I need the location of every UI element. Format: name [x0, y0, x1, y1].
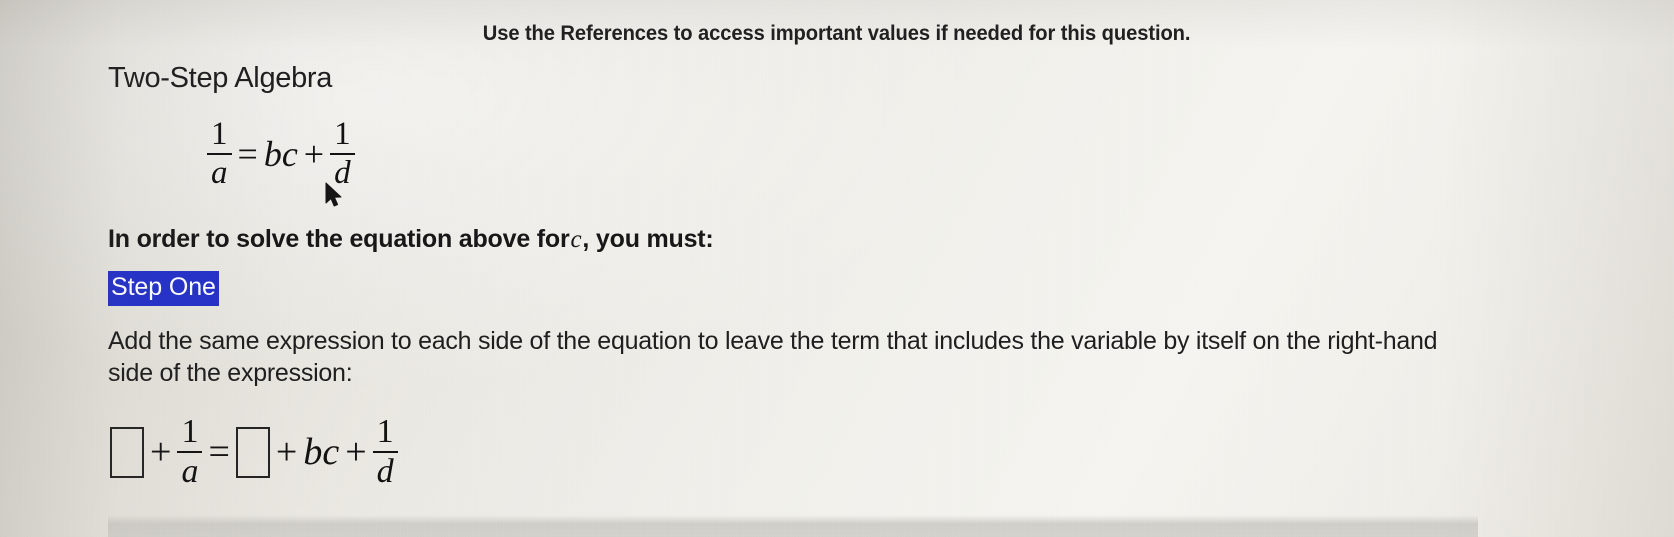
bottom-shadow-band	[108, 515, 1478, 537]
prompt-variable: c	[570, 226, 582, 253]
answer-equation-lhs-numerator: 1	[181, 413, 199, 450]
answer-input-box-right[interactable]	[235, 426, 270, 478]
prompt-text-after: , you must:	[582, 225, 714, 253]
step-one-label: Step One	[108, 271, 219, 306]
answer-equation-fraction-left: 1 a	[177, 413, 203, 490]
answer-input-box-left[interactable]	[110, 426, 144, 478]
prompt-text-before: In order to solve the equation above for	[108, 225, 570, 253]
page-title: Two-Step Algebra	[108, 62, 333, 94]
answer-equation-rhs-numerator: 1	[376, 413, 394, 450]
prompt-line: In order to solve the equation above for…	[108, 225, 714, 254]
references-banner: Use the References to access important v…	[0, 22, 1674, 46]
main-equation-rhs-numerator: 1	[334, 116, 351, 152]
main-equation-plus: +	[303, 134, 325, 174]
main-equation-lhs-numerator: 1	[211, 116, 228, 152]
references-banner-text: Use the References to access important v…	[483, 22, 1191, 45]
screenshot-canvas: Use the References to access important v…	[0, 0, 1674, 537]
answer-equation: + 1 a = + bc + 1 d	[110, 415, 398, 489]
main-equation-equals: =	[237, 134, 258, 174]
answer-equation-term-bc: bc	[303, 431, 340, 473]
answer-equation-plus-2: +	[275, 431, 298, 473]
main-equation-term-bc: bc	[263, 134, 298, 174]
main-equation-fraction-left: 1 a	[207, 118, 232, 190]
instruction-text: Add the same expression to each side of …	[108, 327, 1438, 387]
answer-equation-plus-1: +	[150, 431, 172, 473]
answer-equation-rhs-denominator: d	[376, 453, 394, 490]
answer-equation-plus-3: +	[345, 431, 367, 473]
main-equation-rhs-denominator: d	[334, 155, 351, 191]
main-equation-fraction-right: 1 d	[330, 118, 355, 190]
answer-equation-lhs-denominator: a	[181, 453, 199, 490]
main-equation-lhs-denominator: a	[211, 155, 228, 191]
answer-equation-fraction-right: 1 d	[372, 413, 398, 490]
answer-equation-equals: =	[208, 431, 230, 473]
main-equation: 1 a = bc + 1 d	[207, 118, 355, 190]
